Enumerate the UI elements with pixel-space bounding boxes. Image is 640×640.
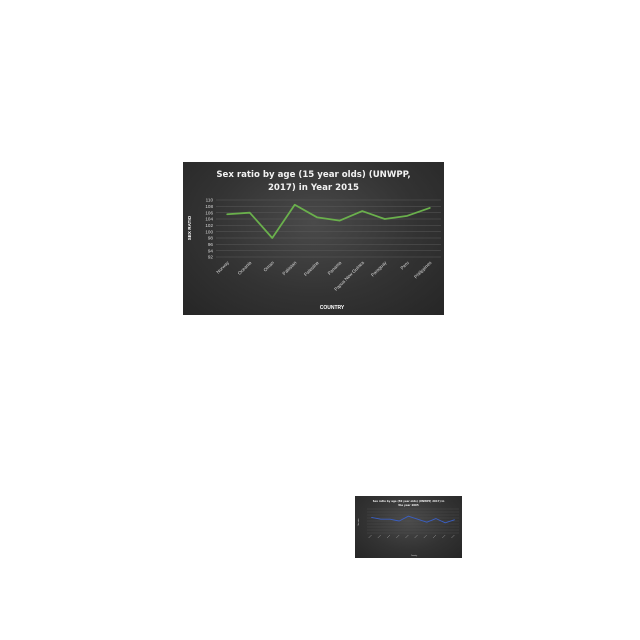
y-tick-label: 96 xyxy=(208,242,214,247)
x-tick-mark xyxy=(423,534,427,539)
y-tick-label: 104 xyxy=(205,217,213,222)
x-tick-label: Philippines xyxy=(413,260,433,280)
thumbnail-chart: Sex ratio by age (50 year olds) (UNWPP, … xyxy=(355,496,462,558)
y-tick-label: 100 xyxy=(205,229,213,234)
main-chart: Sex ratio by age (15 year olds) (UNWPP, … xyxy=(183,162,444,315)
x-tick-mark xyxy=(386,534,391,539)
x-axis-label: COUNTRY xyxy=(320,305,345,311)
thumbnail-chart-svg: Sex ratio by age (50 year olds) (UNWPP, … xyxy=(357,499,459,557)
chart-title-line-1: Sex ratio by age (15 year olds) (UNWPP, xyxy=(216,170,410,180)
y-tick-label: 94 xyxy=(208,248,214,253)
y-tick-label: 98 xyxy=(208,236,214,241)
y-tick-label: 106 xyxy=(205,210,213,215)
x-tick-mark xyxy=(414,534,418,539)
x-tick-mark xyxy=(442,534,446,539)
x-tick-label: Peru xyxy=(400,260,411,271)
series-line xyxy=(371,515,455,524)
thumb-y-axis-label: Sex ratio xyxy=(357,518,360,525)
x-tick-mark xyxy=(396,534,400,539)
chart-title-line-2: 2017) in Year 2015 xyxy=(268,183,359,193)
x-tick-mark xyxy=(432,534,437,539)
x-tick-mark xyxy=(405,534,409,539)
y-tick-label: 108 xyxy=(205,204,213,209)
thumb-title-line-2: the year 2005 xyxy=(398,503,419,507)
x-tick-label: Pakistan xyxy=(281,260,297,276)
x-tick-mark xyxy=(368,534,372,539)
x-tick-label: Norway xyxy=(215,260,230,275)
series-line xyxy=(226,203,431,239)
thumb-x-axis-label: Country xyxy=(411,554,417,557)
y-tick-label: 92 xyxy=(208,255,214,260)
x-tick-label: Palestine xyxy=(303,260,320,277)
thumb-title-line-1: Sex ratio by age (50 year olds) (UNWPP, … xyxy=(373,499,445,503)
y-tick-label: 110 xyxy=(206,198,214,203)
y-tick-label: 102 xyxy=(205,223,213,228)
x-tick-label: Panama xyxy=(327,260,343,276)
y-axis-label: SEX RATIO xyxy=(187,215,192,240)
x-tick-label: Oman xyxy=(263,260,276,273)
x-tick-label: Paraguay xyxy=(370,260,388,278)
x-tick-label: Oceania xyxy=(237,260,253,276)
main-chart-svg: Sex ratio by age (15 year olds) (UNWPP, … xyxy=(187,170,441,311)
x-tick-mark xyxy=(451,534,455,539)
x-tick-mark xyxy=(377,534,381,539)
